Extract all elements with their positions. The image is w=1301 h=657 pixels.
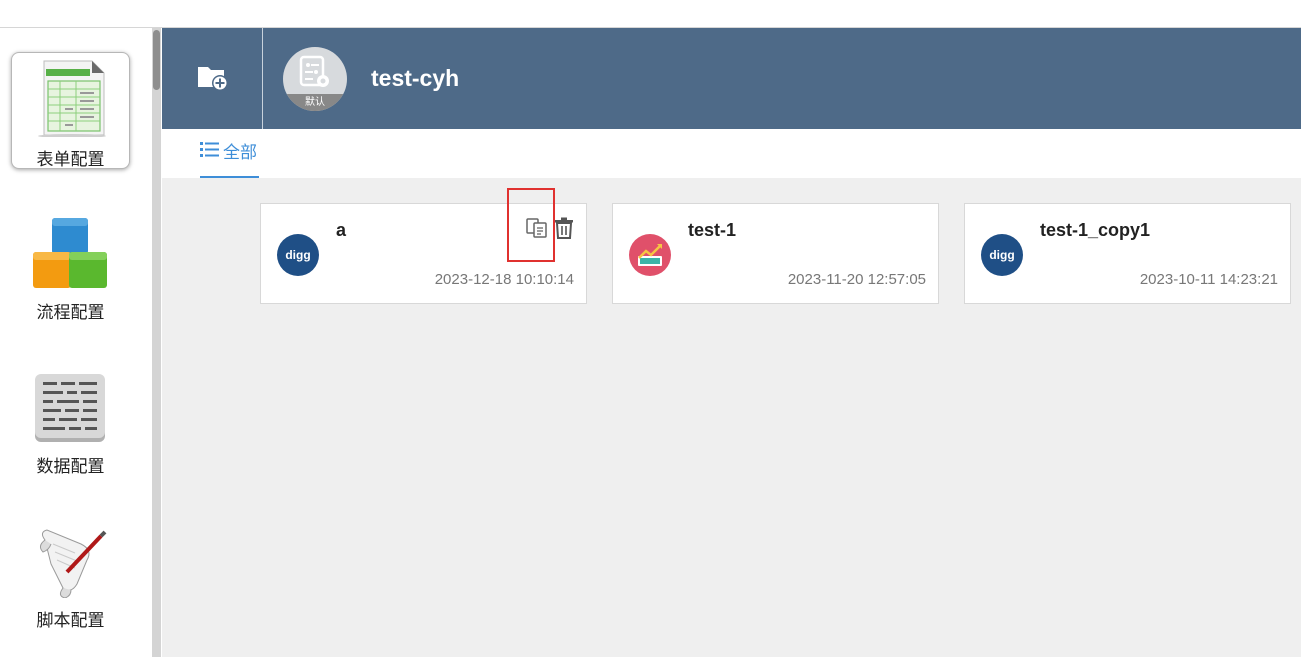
- trash-icon[interactable]: [554, 217, 574, 239]
- app-header: 默认 test-cyh: [162, 28, 1301, 129]
- app-title: test-cyh: [371, 65, 460, 91]
- sidebar-item-label: 流程配置: [36, 303, 105, 322]
- list-icon: [200, 128, 219, 175]
- tab-all[interactable]: 全部: [200, 129, 259, 178]
- copy-icon[interactable]: [526, 217, 548, 239]
- top-strip: [0, 0, 1301, 28]
- chart-logo-icon: [629, 234, 671, 276]
- sidebar-item-flow-config[interactable]: 流程配置: [11, 206, 130, 323]
- tab-label: 全部: [223, 143, 257, 162]
- sidebar-item-form-config[interactable]: 表单配置: [11, 52, 130, 169]
- app-avatar[interactable]: 默认: [283, 47, 347, 111]
- card-timestamp: 2023-11-20 12:57:05: [787, 271, 926, 288]
- sidebar-item-label: 表单配置: [36, 150, 105, 169]
- content-area: digg a 2023-12-18 10:10:14 test-1 2023-1…: [162, 178, 1301, 657]
- card-name: test-1_copy1: [1040, 220, 1151, 240]
- card-timestamp: 2023-12-18 10:10:14: [434, 271, 574, 288]
- script-config-icon: [31, 520, 109, 599]
- app-avatar-tag: 默认: [283, 94, 347, 111]
- sidebar-scrollbar[interactable]: [152, 28, 161, 657]
- tab-bar: 全部: [162, 129, 1301, 178]
- add-folder-button[interactable]: [162, 28, 263, 129]
- form-config-icon: [32, 59, 110, 138]
- sidebar-item-label: 数据配置: [36, 457, 105, 476]
- card-name: test-1: [688, 220, 737, 240]
- digg-logo-icon: digg: [981, 234, 1023, 276]
- app-card[interactable]: digg test-1_copy1 2023-10-11 14:23:21: [964, 203, 1291, 304]
- scrollbar-thumb[interactable]: [153, 30, 160, 90]
- card-timestamp: 2023-10-11 14:23:21: [1139, 271, 1278, 288]
- app-card[interactable]: test-1 2023-11-20 12:57:05: [612, 203, 939, 304]
- sidebar-item-data-config[interactable]: 数据配置: [11, 360, 130, 477]
- app-card[interactable]: digg a 2023-12-18 10:10:14: [260, 203, 587, 304]
- sidebar-item-script-config[interactable]: 脚本配置: [11, 514, 130, 631]
- add-folder-icon: [198, 67, 228, 91]
- sidebar-item-label: 脚本配置: [36, 611, 105, 630]
- digg-logo-icon: digg: [277, 234, 319, 276]
- data-config-icon: [31, 366, 109, 444]
- flow-config-icon: [31, 212, 109, 290]
- app-settings-icon: [299, 55, 329, 87]
- sidebar: 表单配置 流程配置 数据配置 脚本配置: [0, 28, 152, 657]
- card-name: a: [336, 220, 347, 240]
